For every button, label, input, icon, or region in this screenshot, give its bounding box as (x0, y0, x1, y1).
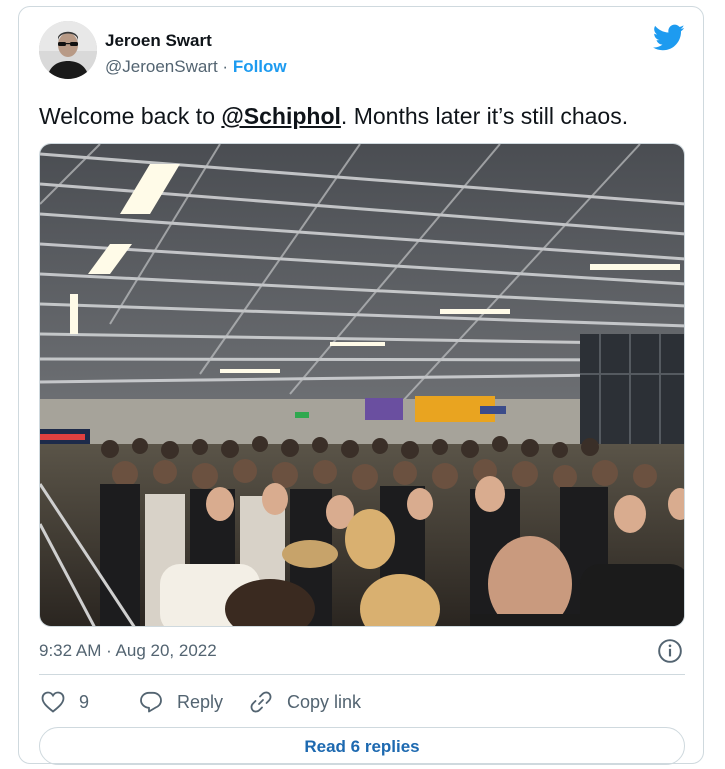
author-handle-row: @JeroenSwart · Follow (105, 57, 287, 77)
tweet-text-after: . Months later it’s still chaos. (340, 103, 629, 129)
like-count: 9 (79, 691, 90, 712)
tweet-timestamp[interactable]: 9:32 AM · Aug 20, 2022 (39, 641, 217, 661)
reply-icon (140, 691, 162, 713)
avatar[interactable] (39, 21, 97, 79)
tweet-photo[interactable] (39, 143, 685, 627)
tweet-actions: 9 Reply Copy link (39, 687, 685, 717)
author-name[interactable]: Jeroen Swart (105, 31, 212, 51)
copy-link-label: Copy link (287, 691, 362, 712)
reply-button[interactable]: Reply (139, 687, 223, 717)
author-handle[interactable]: @JeroenSwart (105, 57, 218, 76)
avatar-image (39, 21, 97, 79)
info-icon[interactable] (657, 638, 683, 664)
tweet-text-before: Welcome back to (39, 103, 222, 129)
airport-crowd-image (40, 144, 684, 626)
copy-link-button[interactable]: Copy link (249, 687, 361, 717)
like-button[interactable]: 9 (41, 687, 89, 717)
twitter-bird-icon[interactable] (653, 24, 685, 52)
read-replies-button[interactable]: Read 6 replies (39, 727, 685, 765)
heart-icon (41, 691, 65, 713)
tweet-card: Jeroen Swart @JeroenSwart · Follow Welco… (18, 6, 704, 765)
tweet-text: Welcome back to @Schiphol. Months later … (39, 101, 689, 131)
follow-button[interactable]: Follow (233, 57, 287, 76)
handle-separator: · (217, 57, 233, 76)
divider (39, 674, 685, 675)
link-icon (250, 691, 272, 713)
mention-link[interactable]: @Schiphol (221, 103, 341, 129)
reply-label: Reply (177, 691, 224, 712)
